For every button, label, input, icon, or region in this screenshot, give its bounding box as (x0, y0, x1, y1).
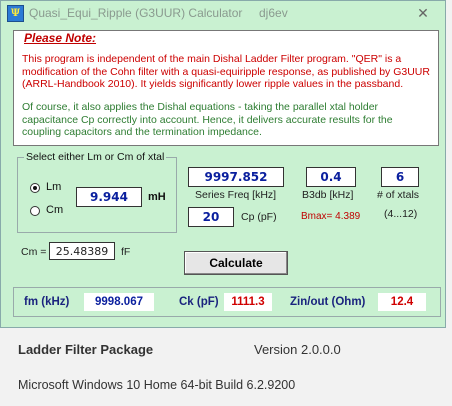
window-title: Quasi_Equi_Ripple (G3UUR) Calculator (29, 6, 243, 20)
ck-value: 1111.3 (224, 293, 272, 311)
zin-value: 12.4 (378, 293, 426, 311)
xtal-count-input[interactable]: 6 (381, 167, 419, 187)
cp-input[interactable]: 20 (188, 207, 234, 227)
package-name: Ladder Filter Package (18, 342, 154, 357)
cp-label: Cp (pF) (241, 211, 277, 223)
cm-radio[interactable] (30, 206, 40, 216)
lm-value-input[interactable]: 9.944 (76, 187, 142, 207)
ck-label: Ck (pF) (179, 296, 219, 308)
os-info: Microsoft Windows 10 Home 64-bit Build 6… (18, 378, 296, 392)
xtal-count-range: (4...12) (384, 208, 418, 220)
calculator-window: Ψ Quasi_Equi_Ripple (G3UUR) Calculator d… (0, 0, 446, 328)
group-label: Select either Lm or Cm of xtal (24, 151, 167, 163)
zin-label: Zin/out (Ohm) (290, 296, 366, 308)
cm-radio-label: Cm (46, 204, 64, 216)
fm-value: 9998.067 (84, 293, 154, 311)
xtal-parameter-group: Select either Lm or Cm of xtal Lm Cm 9.9… (17, 151, 177, 233)
calculate-button[interactable]: Calculate (184, 251, 288, 275)
cm-unit: fF (121, 246, 131, 258)
bmax-readout: Bmax= 4.389 (301, 211, 361, 222)
note-box: Please Note: This program is independent… (13, 30, 439, 146)
series-freq-input[interactable]: 9997.852 (188, 167, 284, 187)
window-user: dj6ev (259, 6, 288, 20)
close-button[interactable]: ✕ (401, 1, 445, 25)
cm-label: Cm = (21, 246, 47, 258)
b3db-label: B3db [kHz] (302, 189, 354, 201)
app-icon: Ψ (7, 5, 24, 22)
series-freq-label: Series Freq [kHz] (195, 189, 277, 201)
lm-radio[interactable] (30, 183, 40, 193)
note-heading: Please Note: (24, 31, 97, 45)
xtal-count-label: # of xtals (377, 189, 420, 201)
b3db-input[interactable]: 0.4 (306, 167, 356, 187)
fm-label: fm (kHz) (24, 296, 70, 308)
title-bar[interactable]: Ψ Quasi_Equi_Ripple (G3UUR) Calculator d… (1, 1, 445, 25)
note-paragraph-1: This program is independent of the main … (22, 53, 430, 90)
lm-radio-label: Lm (46, 181, 62, 193)
package-version: Version 2.0.0.0 (254, 342, 341, 357)
note-paragraph-2: Of course, it also applies the Dishal eq… (22, 101, 393, 138)
results-panel: fm (kHz) 9998.067 Ck (pF) 1111.3 Zin/out… (13, 287, 441, 317)
cm-value: 25.48389 (49, 242, 115, 260)
lm-unit: mH (148, 191, 166, 203)
